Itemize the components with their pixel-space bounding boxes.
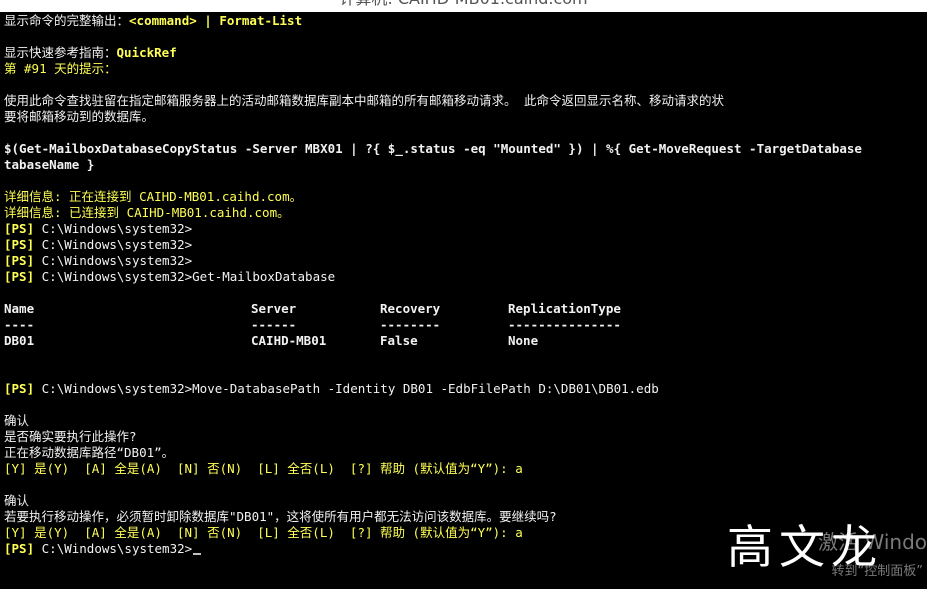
confirm-title: 确认 (4, 413, 30, 428)
tip-full-output-cmd: <command> | Format-List (129, 13, 303, 28)
table-cell: DB01 (4, 333, 35, 348)
confirm-choices: [Y] 是(Y) [A] 全是(A) [N] 否(N) [L] 全否(L) [?… (4, 461, 523, 476)
prompt-tag: [PS] (4, 541, 35, 556)
prompt-path: C:\Windows\system32> (41, 541, 193, 556)
prompt-path: C:\Windows\system32> (41, 237, 193, 252)
vertical-scrollbar[interactable] (921, 12, 927, 589)
console-line: 显示快速参考指南：QuickRef (4, 45, 177, 61)
table-separator: ------ (251, 317, 297, 332)
prompt-path: C:\Windows\system32> (41, 221, 193, 236)
confirm-choices: [Y] 是(Y) [A] 全是(A) [N] 否(N) [L] 全否(L) [?… (4, 525, 523, 540)
table-cell: None (508, 333, 539, 348)
table-separator: --------------- (508, 317, 621, 332)
verbose-line: 详细信息: 已连接到 CAIHD-MB01.caihd.com。 (4, 205, 290, 220)
tip-description-line: 要将邮箱移动到的数据库。 (4, 109, 155, 124)
tip-description-line: 使用此命令查找驻留在指定邮箱服务器上的活动邮箱数据库副本中邮箱的所有邮箱移动请求… (4, 93, 725, 108)
prompt-tag: [PS] (4, 221, 35, 236)
console-line: 显示命令的完整输出：<command> | Format-List (4, 13, 302, 29)
prompt-path: C:\Windows\system32> (41, 253, 193, 268)
table-header: Recovery (380, 301, 441, 316)
window-title: 计算机: CAIHD-MB01.caihd.com (0, 0, 927, 9)
prompt-line: [PS] C:\Windows\system32>Move-DatabasePa… (4, 381, 659, 397)
prompt-line: [PS] C:\Windows\system32> (4, 237, 192, 253)
prompt-tag: [PS] (4, 253, 35, 268)
table-header: Name (4, 301, 35, 316)
confirm-description: 正在移动数据库路径“DB01”。 (4, 445, 175, 460)
prompt-tag: [PS] (4, 237, 35, 252)
title-bar[interactable]: 计算机: CAIHD-MB01.caihd.com (0, 0, 927, 12)
command-text: Move-DatabasePath -Identity DB01 -EdbFil… (192, 381, 659, 396)
console-output[interactable]: 显示命令的完整输出：<command> | Format-List 显示快速参考… (4, 13, 921, 589)
author-watermark: 高文龙 (727, 520, 883, 574)
table-header: Server (251, 301, 297, 316)
table-separator: ---- (4, 317, 35, 332)
table-separator: -------- (380, 317, 441, 332)
prompt-tag: [PS] (4, 381, 35, 396)
tip-day-line: 第 #91 天的提示： (4, 61, 117, 76)
powershell-window: 计算机: CAIHD-MB01.caihd.com 显示命令的完整输出：<com… (0, 0, 927, 589)
table-cell: CAIHD-MB01 (251, 333, 327, 348)
table-cell: False (380, 333, 418, 348)
text-cursor (193, 553, 202, 555)
prompt-path: C:\Windows\system32> (41, 269, 193, 284)
prompt-path: C:\Windows\system32> (41, 381, 193, 396)
tip-full-output-label: 显示命令的完整输出： (4, 13, 130, 28)
prompt-line[interactable]: [PS] C:\Windows\system32> (4, 541, 202, 557)
command-text: Get-MailboxDatabase (192, 269, 336, 284)
confirm-question: 是否确实要执行此操作? (4, 429, 137, 444)
tip-quickref-cmd: QuickRef (116, 45, 177, 60)
tip-quickref-label: 显示快速参考指南： (4, 45, 117, 60)
table-header: ReplicationType (508, 301, 621, 316)
verbose-line: 详细信息: 正在连接到 CAIHD-MB01.caihd.com。 (4, 189, 303, 204)
prompt-line: [PS] C:\Windows\system32> (4, 221, 192, 237)
tip-example-line: $(Get-MailboxDatabaseCopyStatus -Server … (4, 141, 862, 156)
tip-example-line: tabaseName } (4, 157, 95, 172)
prompt-line: [PS] C:\Windows\system32>Get-MailboxData… (4, 269, 335, 285)
confirm-title: 确认 (4, 493, 30, 508)
confirm-question: 若要执行移动操作，必须暂时卸除数据库"DB01"，这将使所有用户都无法访问该数据… (4, 509, 557, 524)
prompt-line: [PS] C:\Windows\system32> (4, 253, 192, 269)
prompt-tag: [PS] (4, 269, 35, 284)
